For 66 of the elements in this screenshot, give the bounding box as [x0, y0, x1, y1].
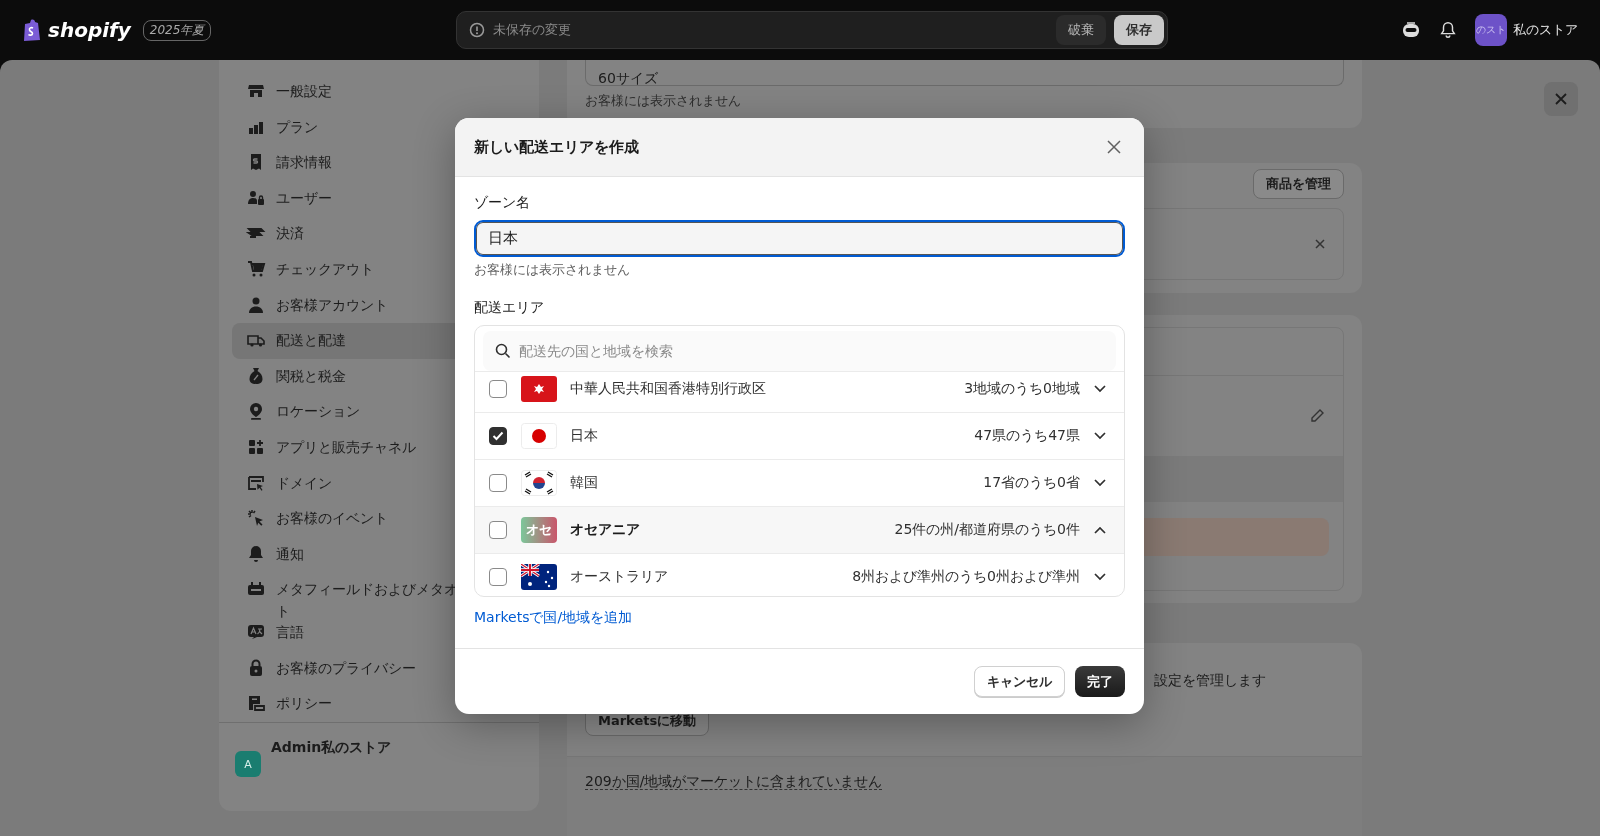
chevron-down-icon[interactable]: [1094, 385, 1106, 393]
checkbox[interactable]: [489, 380, 507, 398]
chevron-up-icon[interactable]: [1094, 526, 1106, 534]
close-icon[interactable]: [1315, 238, 1325, 249]
area-name: 中華人民共和国香港特別行政区: [570, 380, 767, 398]
store-name[interactable]: 私のストア: [1513, 21, 1578, 39]
sidekick-icon[interactable]: [1401, 20, 1421, 40]
edition-badge: 2025年夏: [142, 19, 212, 41]
pencil-icon[interactable]: [1309, 407, 1325, 424]
chevron-down-icon[interactable]: [1094, 479, 1106, 487]
area-count: 3地域のうち0地域: [964, 380, 1080, 398]
chevron-down-icon[interactable]: [1094, 432, 1106, 440]
sidebar-item[interactable]: ポリシー: [232, 686, 539, 722]
checkbox[interactable]: [489, 474, 507, 492]
add-markets-link[interactable]: Marketsで国/地域を追加: [474, 609, 633, 627]
area-count: 25件の州/都道府県のうち0件: [894, 521, 1080, 539]
close-button[interactable]: [1544, 82, 1578, 116]
area-count: 47県のうち47県: [974, 427, 1080, 445]
flag-icon: [521, 376, 557, 402]
field-label: ゾーン名: [474, 194, 531, 212]
save-button[interactable]: 保存: [1114, 15, 1165, 45]
search-icon: [495, 343, 511, 359]
flag-icon: [521, 564, 557, 590]
markets-footer-text: 209か国/地域がマーケットに含まれていません: [585, 773, 883, 791]
field-label: 配送エリア: [474, 299, 545, 317]
checkbox[interactable]: [489, 521, 507, 539]
size-field[interactable]: 60サイズ: [585, 60, 1344, 86]
close-icon: [1107, 140, 1121, 154]
sidebar-item[interactable]: 一般設定: [232, 74, 539, 110]
close-icon: [1554, 92, 1568, 106]
discard-button[interactable]: 破棄: [1056, 15, 1107, 45]
description-text: 設定を管理します: [1154, 672, 1266, 691]
area-name: オーストラリア: [570, 568, 669, 586]
zone-name-field[interactable]: 日本: [474, 220, 1125, 257]
flag-icon: [521, 470, 557, 496]
area-row[interactable]: 日本 47県のうち47県: [475, 413, 1124, 460]
account-avatar[interactable]: A: [235, 751, 261, 777]
chevron-down-icon[interactable]: [1094, 573, 1106, 581]
flag-icon: [521, 423, 557, 449]
area-name: 日本: [570, 427, 599, 445]
help-text: お客様には表示されません: [474, 261, 631, 279]
checkbox[interactable]: [489, 568, 507, 586]
bell-icon: [246, 543, 266, 564]
area-name: 韓国: [570, 474, 599, 492]
sidebar-item[interactable]: お客様のプライバシー: [232, 650, 539, 687]
area-count: 8州および準州のうち0州および準州: [852, 568, 1080, 586]
checkbox[interactable]: [489, 427, 507, 445]
dialog-title: 新しい配送エリアを作成: [474, 137, 640, 157]
logo-text: shopify: [48, 18, 131, 42]
area-row[interactable]: オセ オセアニア 25件の州/都道府県のうち0件: [475, 507, 1124, 554]
manage-products-button[interactable]: 商品を管理: [1253, 168, 1344, 199]
status-text: 未保存の変更: [493, 21, 573, 39]
alert-icon: [469, 22, 486, 38]
area-count: 17省のうち0省: [983, 474, 1080, 492]
bell-icon[interactable]: [1439, 21, 1457, 39]
cancel-button[interactable]: キャンセル: [974, 666, 1065, 697]
store-avatar[interactable]: のスト: [1475, 14, 1507, 46]
cart-icon: [246, 258, 266, 279]
region-badge: オセ: [521, 517, 557, 543]
search-field[interactable]: 配送先の国と地域を検索: [483, 331, 1116, 371]
account-name[interactable]: Admin私のストア: [271, 739, 392, 757]
area-name: オセアニア: [570, 521, 641, 539]
help-text: お客様には表示されません: [585, 92, 742, 110]
scroll-icon: [246, 693, 266, 714]
shopping-bag-icon: [22, 18, 42, 42]
done-button[interactable]: 完了: [1075, 666, 1125, 697]
